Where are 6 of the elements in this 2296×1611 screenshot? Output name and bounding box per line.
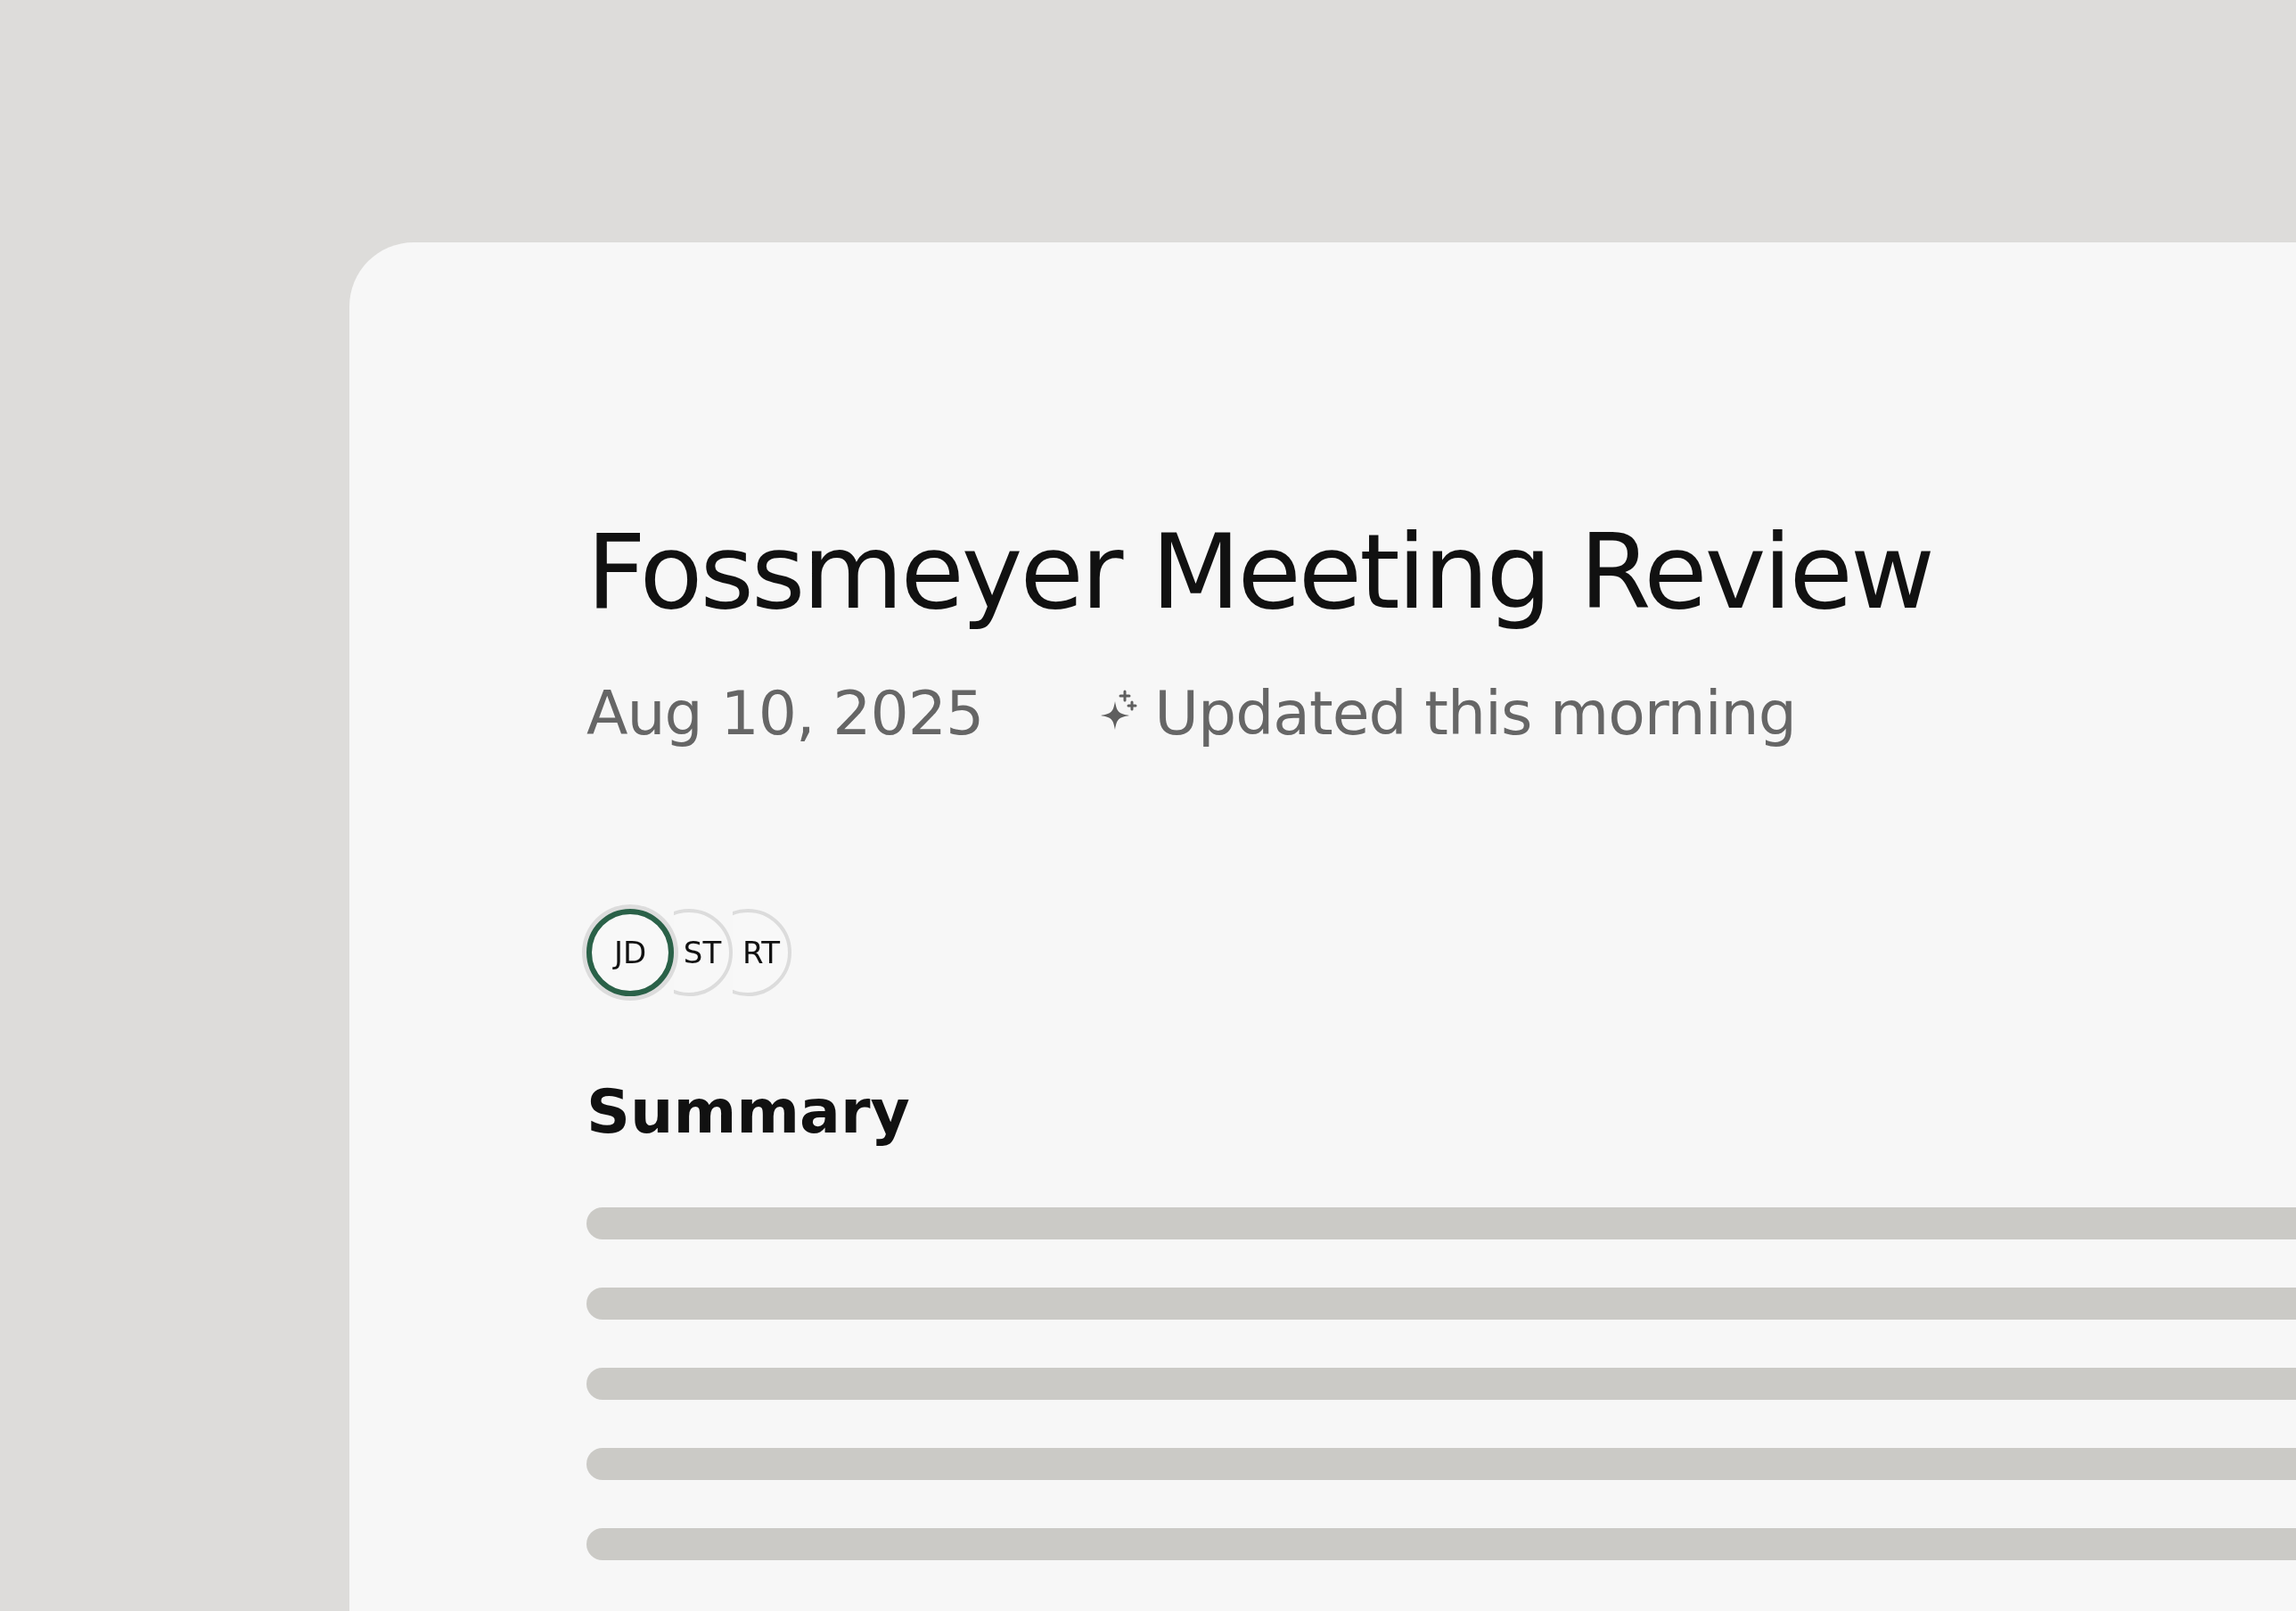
- participant-avatar[interactable]: ST: [674, 909, 733, 997]
- date-text: Aug 10, 2025: [586, 678, 984, 749]
- participant-avatar[interactable]: RT: [733, 909, 791, 997]
- section-heading: Summary: [586, 1076, 911, 1148]
- document-title: Fossmeyer Meeting Review: [586, 511, 1933, 634]
- updated-text: Updated this morning: [1154, 678, 1796, 749]
